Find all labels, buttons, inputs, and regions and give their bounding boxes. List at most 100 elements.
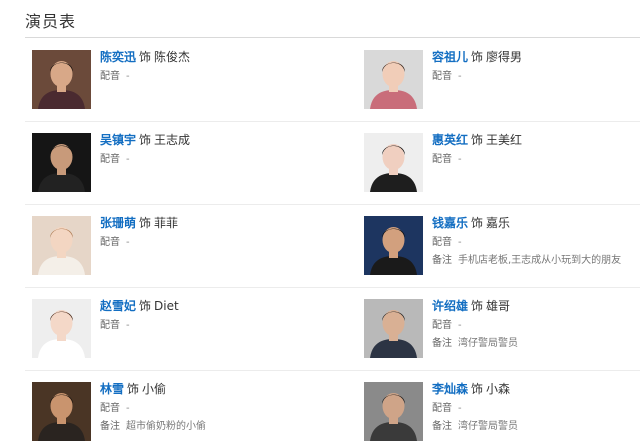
portrait-image	[364, 216, 423, 275]
dub-value: -	[458, 237, 462, 248]
actor-photo[interactable]	[32, 299, 91, 358]
cast-card: 惠英红饰王美红 配音 -	[364, 133, 640, 195]
actor-photo[interactable]	[364, 382, 423, 441]
as-label: 饰	[139, 50, 152, 64]
actor-photo[interactable]	[364, 216, 423, 275]
note-line: 备注 超市偷奶粉的小偷	[100, 420, 320, 433]
role-name: 嘉乐	[486, 216, 511, 230]
dub-line: 配音 -	[100, 402, 320, 415]
cast-card: 许绍雄饰雄哥 配音 - 备注 湾仔警局警员	[364, 299, 640, 361]
name-line: 陈奕迅饰陈俊杰	[100, 50, 320, 65]
row-divider	[25, 121, 640, 122]
dub-label: 配音	[432, 154, 452, 165]
cast-info: 许绍雄饰雄哥 配音 - 备注 湾仔警局警员	[432, 299, 640, 350]
dub-value: -	[126, 71, 130, 82]
note-label: 备注	[100, 421, 120, 432]
cast-info: 陈奕迅饰陈俊杰 配音 -	[100, 50, 320, 83]
cast-list-page: 演员表 陈奕迅饰陈俊杰 配音 - 容祖儿 饰 廖得男 配音 - 吴镇宇 饰 王志…	[0, 0, 640, 447]
dub-value: -	[458, 403, 462, 414]
actor-photo[interactable]	[364, 133, 423, 192]
portrait-image	[364, 133, 423, 192]
dub-line: 配音 -	[100, 236, 320, 249]
title-divider	[25, 37, 640, 38]
note-value: 超市偷奶粉的小偷	[126, 421, 206, 432]
cast-info: 林雪饰小偷 配音 - 备注 超市偷奶粉的小偷	[100, 382, 320, 433]
portrait-image	[32, 50, 91, 109]
cast-card: 容祖儿饰廖得男 配音 -	[364, 50, 640, 112]
cast-card: 赵雪妃饰 Diet 配音 -	[32, 299, 332, 361]
as-label: 饰	[139, 133, 152, 147]
actor-name-link[interactable]: 容祖儿	[432, 50, 468, 64]
portrait-image	[32, 382, 91, 441]
cast-info: 赵雪妃饰 Diet 配音 -	[100, 299, 320, 332]
as-label: 饰	[139, 299, 152, 313]
cast-info: 张珊萌饰菲菲 配音 -	[100, 216, 320, 249]
actor-name-link[interactable]: 林雪	[100, 382, 124, 396]
actor-name-link[interactable]: 李灿森	[432, 382, 468, 396]
portrait-image	[32, 133, 91, 192]
name-line: 钱嘉乐饰嘉乐	[432, 216, 640, 231]
dub-label: 配音	[100, 320, 120, 331]
role-name: 小偷	[142, 382, 167, 396]
name-line: 林雪饰小偷	[100, 382, 320, 397]
actor-name-link[interactable]: 张珊萌	[100, 216, 136, 230]
note-line: 备注 湾仔警局警员	[432, 420, 640, 433]
note-label: 备注	[432, 255, 452, 266]
cast-info: 钱嘉乐饰嘉乐 配音 - 备注 手机店老板,王志成从小玩到大的朋友	[432, 216, 640, 267]
role-name: 雄哥	[486, 299, 511, 313]
dub-value: -	[126, 237, 130, 248]
as-label: 饰	[471, 50, 484, 64]
cast-card: 吴镇宇饰王志成 配音 -	[32, 133, 332, 195]
dub-label: 配音	[100, 403, 120, 414]
role-name: Diet	[154, 299, 179, 313]
actor-photo[interactable]	[32, 382, 91, 441]
actor-name-link[interactable]: 钱嘉乐	[432, 216, 468, 230]
role-name: 小森	[486, 382, 511, 396]
dub-value: -	[126, 320, 130, 331]
dub-line: 配音 -	[432, 319, 640, 332]
name-line: 张珊萌饰菲菲	[100, 216, 320, 231]
dub-value: -	[458, 71, 462, 82]
name-line: 许绍雄饰雄哥	[432, 299, 640, 314]
role-name: 菲菲	[154, 216, 179, 230]
dub-line: 配音 -	[432, 153, 640, 166]
row-divider	[25, 204, 640, 205]
dub-value: -	[126, 154, 130, 165]
actor-photo[interactable]	[32, 50, 91, 109]
as-label: 饰	[471, 299, 484, 313]
note-line: 备注 湾仔警局警员	[432, 337, 640, 350]
actor-photo[interactable]	[32, 216, 91, 275]
dub-label: 配音	[100, 71, 120, 82]
as-label: 饰	[471, 216, 484, 230]
dub-label: 配音	[432, 320, 452, 331]
actor-name-link[interactable]: 许绍雄	[432, 299, 468, 313]
role-name: 王美红	[486, 133, 523, 147]
name-line: 惠英红饰王美红	[432, 133, 640, 148]
actor-photo[interactable]	[32, 133, 91, 192]
cast-card: 李灿森饰小森 配音 - 备注 湾仔警局警员	[364, 382, 640, 444]
cast-card: 钱嘉乐饰嘉乐 配音 - 备注 手机店老板,王志成从小玩到大的朋友	[364, 216, 640, 278]
portrait-image	[32, 299, 91, 358]
as-label: 饰	[471, 382, 484, 396]
cast-card: 陈奕迅饰陈俊杰 配音 -	[32, 50, 332, 112]
actor-name-link[interactable]: 惠英红	[432, 133, 468, 147]
actor-name-link[interactable]: 吴镇宇	[100, 133, 136, 147]
role-name: 王志成	[154, 133, 191, 147]
as-label: 饰	[139, 216, 152, 230]
cast-info: 李灿森饰小森 配音 - 备注 湾仔警局警员	[432, 382, 640, 433]
dub-label: 配音	[432, 71, 452, 82]
dub-value: -	[458, 154, 462, 165]
actor-name-link[interactable]: 陈奕迅	[100, 50, 136, 64]
name-line: 容祖儿饰廖得男	[432, 50, 640, 65]
actor-name-link[interactable]: 赵雪妃	[100, 299, 136, 313]
section-title: 演员表	[25, 12, 77, 31]
portrait-image	[364, 382, 423, 441]
dub-line: 配音 -	[432, 70, 640, 83]
cast-info: 容祖儿饰廖得男 配音 -	[432, 50, 640, 83]
dub-label: 配音	[432, 403, 452, 414]
actor-photo[interactable]	[364, 299, 423, 358]
note-line: 备注 手机店老板,王志成从小玩到大的朋友	[432, 254, 640, 267]
row-divider	[25, 370, 640, 371]
note-label: 备注	[432, 338, 452, 349]
actor-photo[interactable]	[364, 50, 423, 109]
